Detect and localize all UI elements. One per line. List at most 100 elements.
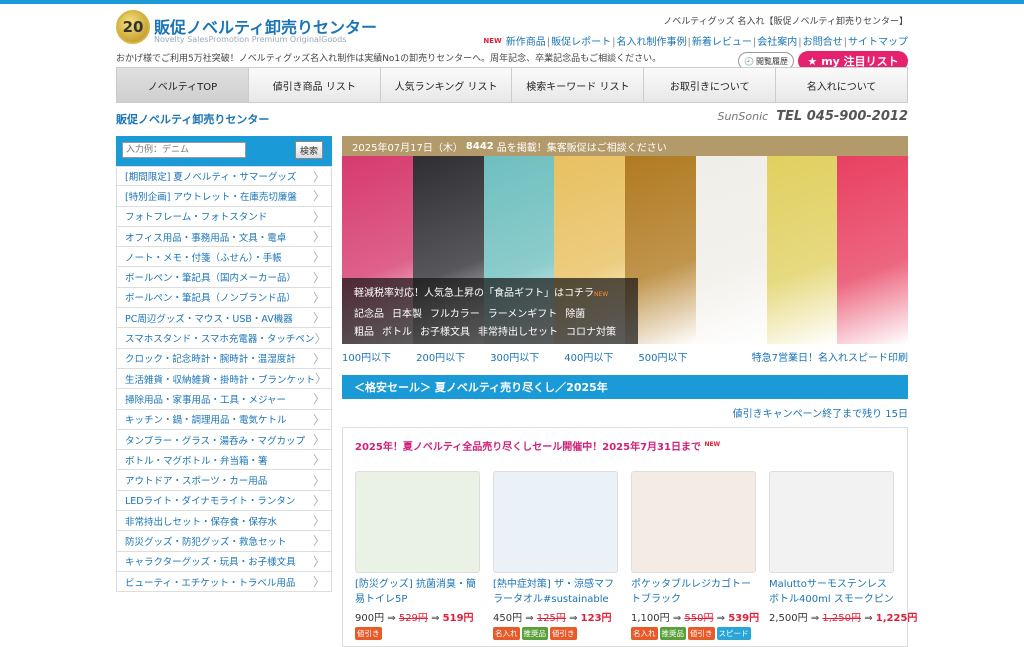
category-label: キャラクターグッズ・玩具・お子様文具: [125, 557, 296, 569]
product-grid: [防災グッズ] 抗菌消臭・簡易トイレ5P 900円 ⇒ 529円 ⇒ 519円 値引…: [355, 471, 917, 640]
chevron-right-icon: 〉: [312, 433, 325, 447]
sunsonic-logo: SunSonic: [717, 110, 769, 123]
category-item[interactable]: 掃除用品・家事用品・工具・メジャー 〉: [116, 389, 332, 410]
category-label: [期間限定] 夏ノベルティ・サマーグッズ: [125, 172, 297, 184]
chevron-right-icon: 〉: [312, 250, 325, 265]
chevron-right-icon: 〉: [312, 189, 325, 204]
category-item[interactable]: ボトル・マグボトル・弁当箱・箸 〉: [116, 450, 332, 471]
chevron-right-icon: 〉: [312, 392, 325, 407]
hero-keyword-link[interactable]: ボトル: [382, 323, 412, 338]
category-item[interactable]: タンブラー・グラス・湯呑み・マグカップ〉: [116, 429, 332, 451]
header-link[interactable]: 販促レポート: [551, 37, 611, 48]
product-tags: 値引き: [355, 627, 480, 640]
category-label: 生活雑貨・収納雑貨・掛時計・ブランケット: [125, 374, 316, 386]
chevron-right-icon: 〉: [312, 351, 325, 366]
product-name[interactable]: Maluttoサーモステンレスボトル400ml スモークピンク: [769, 577, 894, 607]
nav-tab[interactable]: ノベルティTOP: [117, 68, 249, 102]
price-filter-link[interactable]: 300円以下: [490, 349, 539, 364]
arrow: ⇒: [387, 613, 399, 624]
hero-keyword-link[interactable]: 粗品: [354, 323, 374, 338]
chevron-right-icon: 〉: [312, 169, 325, 184]
hero-keyword-link[interactable]: 記念品: [354, 305, 384, 320]
nav-tab[interactable]: 人気ランキング リスト: [381, 68, 513, 102]
nav-tab[interactable]: 名入れについて: [776, 68, 907, 102]
nav-tab[interactable]: 値引き商品 リスト: [249, 68, 381, 102]
category-label: ノート・メモ・付箋（ふせん）・手帳: [125, 252, 282, 264]
chevron-right-icon: 〉: [315, 372, 328, 387]
category-item[interactable]: ノート・メモ・付箋（ふせん）・手帳 〉: [116, 247, 332, 268]
category-item[interactable]: クロック・記念時計・腕時計・温湿度計 〉: [116, 348, 332, 369]
hero-keyword-link[interactable]: 日本製: [392, 305, 422, 320]
product-name[interactable]: [熱中症対策] ザ・涼感マフラータオル#sustainable: [493, 577, 618, 607]
hero-banner[interactable]: 軽減税率対応！人気急上昇の「食品ギフト」はコチラNEW 記念品 日本製 フルカラーラ…: [342, 156, 908, 344]
price-filter-link[interactable]: 500円以下: [638, 349, 687, 364]
hero-keyword-link[interactable]: 除菌: [565, 305, 585, 320]
category-item[interactable]: ボールペン・筆記具（ノンブランド品） 〉: [116, 287, 332, 309]
category-item[interactable]: スマホスタンド・スマホ充電器・タッチペン〉: [116, 328, 332, 349]
chevron-right-icon: 〉: [312, 514, 325, 529]
anniversary-badge-icon: 20: [116, 10, 150, 44]
price-filter-link[interactable]: 100円以下: [342, 349, 391, 364]
site-tagline: おかげ様でご利用5万社突破！ノベルティグッズ名入れ制作は実績No1の卸売りセンタ…: [116, 54, 662, 64]
header-link[interactable]: 会社案内: [757, 37, 797, 48]
hero-headline[interactable]: 軽減税率対応！人気急上昇の「食品ギフト」はコチラNEW: [354, 284, 626, 299]
category-item[interactable]: オフィス用品・事務用品・文具・電卓 〉: [116, 226, 332, 248]
site-name-link[interactable]: 販促ノベルティ卸売りセンター: [116, 111, 269, 127]
list-price: 900円: [355, 613, 388, 624]
header-link[interactable]: お問合せ: [803, 37, 843, 48]
product-card[interactable]: [熱中症対策] ザ・涼感マフラータオル#sustainable 450円 ⇒ 12…: [493, 471, 618, 640]
hero-keyword-link[interactable]: お子様文具: [420, 323, 470, 338]
category-item[interactable]: アウトドア・スポーツ・カー用品 〉: [116, 470, 332, 491]
search-button[interactable]: 検索: [295, 141, 323, 159]
product-card[interactable]: Maluttoサーモステンレスボトル400ml スモークピンク 2,500円 ⇒ …: [769, 471, 917, 640]
category-label: 防災グッズ・防犯グッズ・救急セット: [125, 536, 287, 548]
product-image[interactable]: [493, 471, 618, 573]
category-item[interactable]: 防災グッズ・防犯グッズ・救急セット 〉: [116, 531, 332, 552]
product-image[interactable]: [769, 471, 894, 573]
header-link[interactable]: 名入れ制作事例: [617, 37, 687, 48]
category-item[interactable]: キャラクターグッズ・玩具・お子様文具 〉: [116, 551, 332, 572]
category-item[interactable]: 生活雑貨・収納雑貨・掛時計・ブランケット〉: [116, 368, 332, 390]
product-tag: 値引き: [355, 627, 382, 640]
search-input[interactable]: [122, 142, 246, 158]
category-item[interactable]: フォトフレーム・フォトスタンド 〉: [116, 206, 332, 227]
category-item[interactable]: [特別企画] アウトレット・在庫売切廉盤 〉: [116, 186, 332, 207]
header-link[interactable]: サイトマップ: [848, 37, 908, 48]
category-item[interactable]: LEDライト・ダイナモライト・ランタン 〉: [116, 490, 332, 512]
nav-tab[interactable]: 検索キーワード リスト: [512, 68, 645, 102]
product-image[interactable]: [631, 471, 756, 573]
old-price: 125円: [536, 613, 566, 624]
header-link[interactable]: 新作商品: [506, 37, 546, 48]
speed-print-link[interactable]: 特急7営業日！名入れスピード印刷: [752, 349, 908, 364]
category-label: スマホスタンド・スマホ充電器・タッチペン: [125, 334, 315, 346]
hero-keyword-link[interactable]: フルカラー: [430, 305, 480, 320]
list-price: 2,500円: [769, 613, 811, 624]
price-filter-link[interactable]: 200円以下: [416, 349, 465, 364]
product-card[interactable]: ポケッタブルレジカゴトートブラック 1,100円 ⇒ 550円 ⇒ 539円 名入れ…: [631, 471, 759, 640]
sale-title: 2025年！夏ノベルティ全品売り尽くしセール開催中！2025年7月31日まで N…: [355, 441, 721, 453]
product-name[interactable]: ポケッタブルレジカゴトートブラック: [631, 577, 756, 607]
hero-keyword-link[interactable]: コロナ対策: [566, 323, 616, 338]
category-item[interactable]: ボールペン・筆記具（国内メーカー品） 〉: [116, 267, 332, 288]
category-item[interactable]: ビューティ・エチケット・トラベル用品 〉: [116, 571, 332, 593]
price-filter-link[interactable]: 400円以下: [564, 349, 613, 364]
category-label: ボトル・マグボトル・弁当箱・箸: [125, 455, 268, 467]
hero-keyword-link[interactable]: 非常持出しセット: [478, 323, 558, 338]
category-item[interactable]: [期間限定] 夏ノベルティ・サマーグッズ 〉: [116, 166, 332, 187]
hero-keyword-row: 粗品 ボトル お子様文具 非常持出しセット コロナ対策: [354, 323, 626, 338]
product-name[interactable]: [防災グッズ] 抗菌消臭・簡易トイレ5P: [355, 577, 480, 607]
category-item[interactable]: PC周辺グッズ・マウス・USB・AV機器 〉: [116, 308, 332, 329]
chevron-right-icon: 〉: [312, 270, 325, 285]
product-tag: 値引き: [550, 627, 577, 640]
nav-tab[interactable]: お取引きについて: [644, 68, 777, 102]
category-item[interactable]: キッチン・鍋・調理用品・電気ケトル 〉: [116, 409, 332, 430]
header-link[interactable]: 新着レビュー: [692, 37, 752, 48]
category-item[interactable]: 非常持出しセット・保存食・保存水 〉: [116, 511, 332, 532]
hero-keyword-link[interactable]: ラーメンギフト: [488, 305, 558, 320]
chevron-right-icon: 〉: [312, 290, 325, 305]
product-image[interactable]: [355, 471, 480, 573]
new-badge: NEW: [483, 37, 502, 45]
category-list: [期間限定] 夏ノベルティ・サマーグッズ〉 [特別企画] アウトレット・在庫売切廉…: [116, 166, 332, 593]
category-label: [特別企画] アウトレット・在庫売切廉盤: [125, 191, 297, 203]
product-card[interactable]: [防災グッズ] 抗菌消臭・簡易トイレ5P 900円 ⇒ 529円 ⇒ 519円 値引…: [355, 471, 480, 640]
